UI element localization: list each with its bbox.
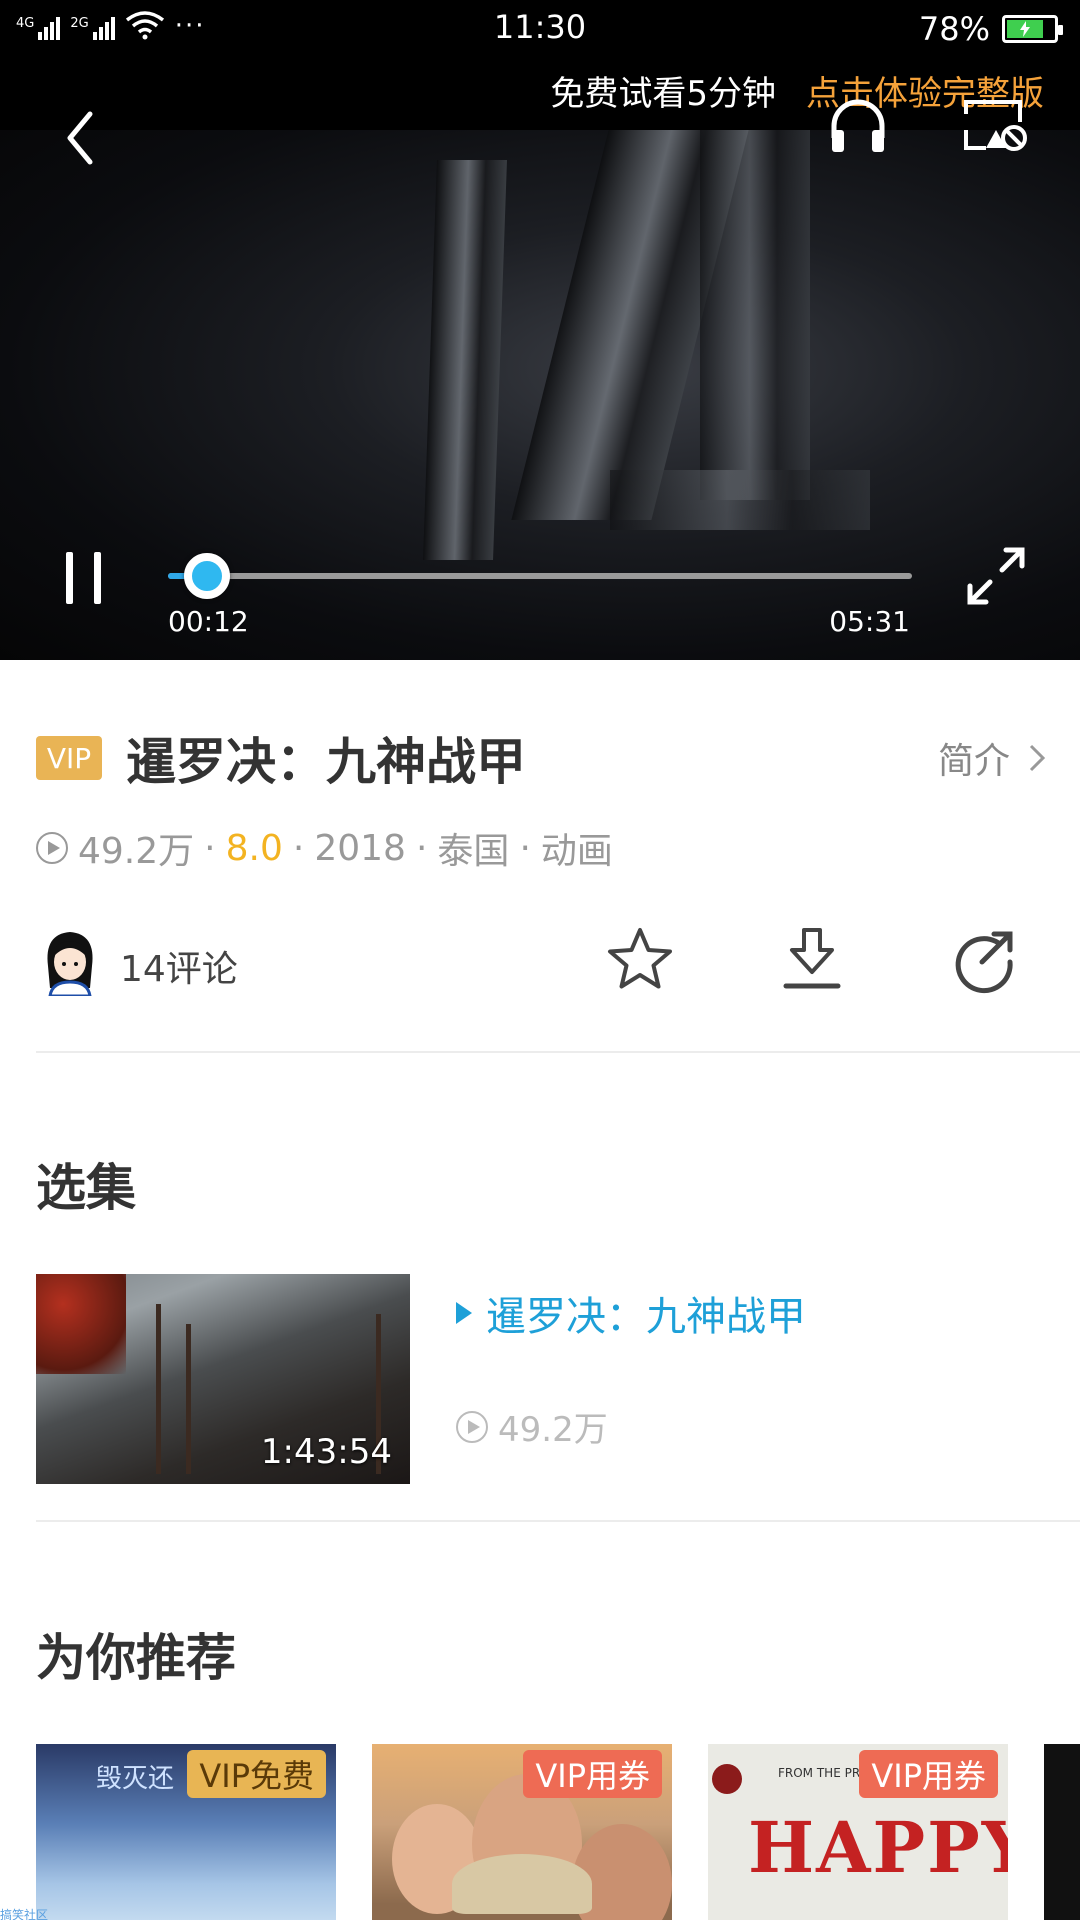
episode-title-row[interactable]: 暹罗决：九神战甲 — [456, 1284, 806, 1342]
meta-separator: · — [292, 827, 305, 869]
watermark: 搞笑社区 — [0, 1908, 49, 1920]
trial-text: 免费试看5分钟 — [550, 74, 776, 114]
vip-coupon-badge: VIP用券 — [523, 1750, 662, 1798]
video-content-shape — [610, 470, 870, 530]
recommendation-card[interactable] — [1044, 1744, 1080, 1920]
user-avatar[interactable] — [40, 926, 100, 996]
status-bar: 4G 2G ··· 11:30 78% — [0, 0, 1080, 56]
poster-text: 毁灭还 — [96, 1764, 175, 1794]
video-frame[interactable] — [0, 130, 1080, 660]
comments-link[interactable]: 14评论 — [120, 940, 238, 992]
divider — [36, 1520, 1080, 1522]
meta-separator: · — [415, 827, 428, 869]
video-title: 暹罗决：九神战甲 — [126, 733, 526, 791]
headphones-icon[interactable] — [826, 94, 890, 154]
battery-fill — [1007, 20, 1043, 38]
divider — [36, 1051, 1080, 1053]
charging-bolt-icon — [1019, 21, 1030, 37]
vip-coupon-badge: VIP用券 — [859, 1750, 998, 1798]
recommendation-card[interactable]: VIP用券 — [372, 1744, 672, 1920]
video-content-shape — [423, 160, 507, 560]
poster-text: HAPPY — [748, 1806, 1008, 1889]
play-count-icon — [36, 832, 68, 864]
back-icon[interactable] — [60, 106, 108, 170]
share-icon[interactable] — [948, 924, 1020, 996]
cast-disabled-icon[interactable] — [962, 98, 1028, 152]
episode-title: 暹罗决：九神战甲 — [486, 1294, 806, 1340]
recommendation-card[interactable]: FROM THE PR... GET OUT, THE PUR... HAPPY… — [708, 1744, 1008, 1920]
battery-icon — [1002, 15, 1063, 43]
episode-item[interactable]: 1:43:54 暹罗决：九神战甲 49.2万 — [36, 1274, 1046, 1486]
status-right: 78% — [918, 10, 1063, 48]
play-count-icon — [456, 1410, 488, 1443]
recommendation-list: 毁灭还 VIP免费 VIP用券 FROM THE PR... GET OUT, … — [36, 1744, 1080, 1920]
intro-label: 简介 — [937, 741, 1010, 782]
episode-views-row: 49.2万 — [456, 1402, 608, 1451]
pause-icon[interactable] — [60, 550, 108, 606]
view-count: 49.2万 — [78, 831, 195, 872]
chevron-right-icon — [1029, 744, 1046, 772]
vip-free-badge: VIP免费 — [187, 1750, 326, 1798]
favorite-star-icon[interactable] — [604, 924, 676, 996]
meta-separator: · — [519, 827, 531, 869]
episode-views: 49.2万 — [498, 1410, 608, 1450]
progress-bar[interactable] — [168, 553, 912, 599]
episode-duration: 1:43:54 — [260, 1432, 392, 1472]
vip-badge: VIP — [36, 736, 102, 780]
year: 2018 — [314, 827, 406, 869]
recommendation-card[interactable]: 毁灭还 VIP免费 — [36, 1744, 336, 1920]
genre: 动画 — [540, 831, 613, 872]
episode-thumbnail[interactable]: 1:43:54 — [36, 1274, 410, 1484]
download-icon[interactable] — [776, 924, 848, 996]
battery-percent: 78% — [918, 10, 990, 48]
now-playing-icon — [456, 1302, 472, 1324]
episodes-title: 选集 — [36, 1159, 136, 1217]
total-time: 05:31 — [829, 605, 910, 638]
video-meta: 49.2万 · 8.0 · 2018 · 泰国 · 动画 — [36, 822, 613, 874]
video-content-shape — [700, 130, 810, 500]
action-row: 14评论 — [36, 920, 1046, 1000]
country: 泰国 — [437, 831, 510, 872]
rating: 8.0 — [225, 827, 283, 869]
intro-link[interactable]: 简介 — [938, 732, 1046, 784]
video-player[interactable]: 4G 2G ··· 11:30 78% 免费试看5分钟 点击体验完整版 00:1… — [0, 0, 1080, 660]
progress-thumb[interactable] — [184, 553, 230, 599]
fullscreen-icon[interactable] — [964, 544, 1028, 608]
title-row: VIP 暹罗决：九神战甲 简介 — [36, 728, 1046, 791]
meta-separator: · — [204, 827, 216, 869]
recommendations-title: 为你推荐 — [36, 1629, 236, 1687]
current-time: 00:12 — [168, 605, 249, 638]
